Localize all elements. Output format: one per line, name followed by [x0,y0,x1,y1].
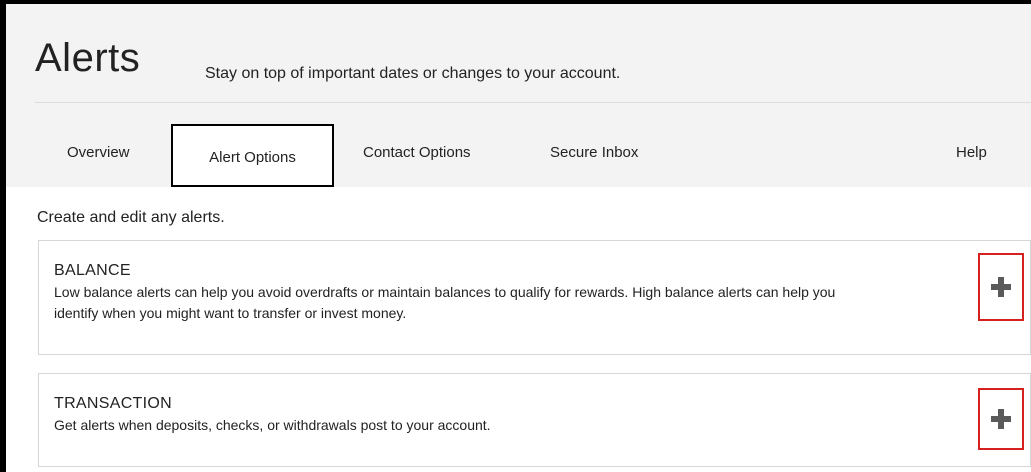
plus-icon [991,277,1011,297]
tab-secure-inbox[interactable]: Secure Inbox [550,144,638,161]
tab-alert-options[interactable]: Alert Options [171,124,334,187]
plus-icon [991,409,1011,429]
intro-text: Create and edit any alerts. [37,209,225,226]
tab-alert-options-label: Alert Options [209,149,296,166]
header-divider [35,102,1031,103]
add-transaction-alert-button[interactable] [978,388,1024,450]
page-subtitle: Stay on top of important dates or change… [205,65,621,82]
transaction-card-description: Get alerts when deposits, checks, or wit… [54,417,491,433]
balance-card-description: Low balance alerts can help you avoid ov… [54,284,836,321]
page-frame: Alerts Stay on top of important dates or… [0,0,1031,472]
tab-overview[interactable]: Overview [67,144,130,161]
add-balance-alert-button[interactable] [978,253,1024,321]
balance-card-title: BALANCE [54,262,131,279]
page-title: Alerts [35,36,141,80]
tab-contact-options[interactable]: Contact Options [363,144,471,161]
tab-help[interactable]: Help [956,144,987,161]
balance-alert-card: BALANCE Low balance alerts can help you … [38,240,1031,355]
transaction-alert-card: TRANSACTION Get alerts when deposits, ch… [38,373,1031,467]
transaction-card-title: TRANSACTION [54,395,172,412]
page-header: Alerts Stay on top of important dates or… [6,4,1031,187]
